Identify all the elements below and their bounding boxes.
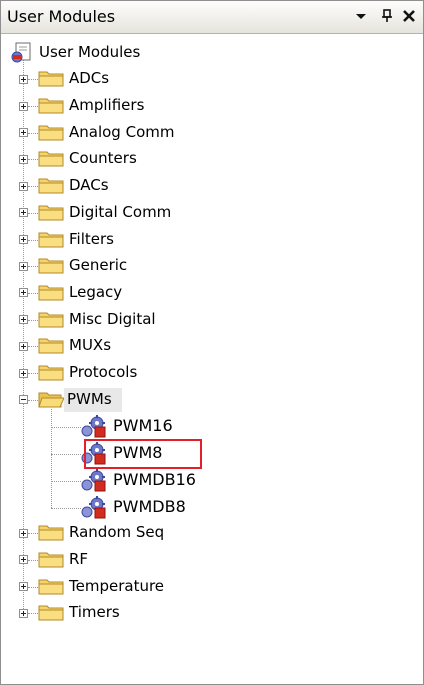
expand-icon[interactable] — [19, 208, 28, 218]
highlighted-module-outline — [84, 439, 202, 470]
tree-connector — [51, 427, 81, 429]
tree-root[interactable]: User Modules — [1, 40, 421, 66]
folder-icon — [37, 148, 65, 168]
expand-icon[interactable] — [19, 235, 28, 245]
pin-icon[interactable] — [377, 6, 397, 26]
expand-icon[interactable] — [19, 181, 28, 191]
expand-icon[interactable] — [19, 288, 28, 298]
folder-label: Generic — [69, 256, 128, 275]
folder-label: Filters — [69, 229, 114, 248]
expand-icon[interactable] — [19, 528, 28, 538]
panel-title: User Modules — [7, 7, 116, 26]
folder-label: Misc Digital — [69, 309, 156, 328]
chevron-down-icon[interactable] — [351, 6, 371, 26]
expand-icon[interactable] — [19, 555, 28, 565]
folder-label: DACs — [69, 176, 109, 195]
folder-icon — [37, 229, 65, 249]
tree-connector — [51, 454, 81, 456]
expand-icon[interactable] — [19, 582, 28, 592]
folder-icon — [37, 95, 65, 115]
folder-label: Amplifiers — [69, 96, 145, 115]
collapse-icon[interactable] — [19, 395, 28, 405]
expand-icon[interactable] — [19, 101, 28, 111]
expand-icon[interactable] — [19, 261, 28, 271]
module-label: PWMDB8 — [113, 496, 186, 516]
expand-icon[interactable] — [19, 74, 28, 84]
module-label: PWMDB16 — [113, 469, 196, 489]
folder-icon — [37, 309, 65, 329]
folder-label: Digital Comm — [69, 202, 172, 221]
expand-icon[interactable] — [19, 128, 28, 138]
folder-icon — [37, 68, 65, 88]
folder-label: PWMs — [67, 389, 112, 408]
tree-module-row[interactable] — [1, 467, 421, 493]
folder-icon — [37, 335, 65, 355]
tree-connector — [51, 480, 81, 482]
tree-module-row[interactable] — [1, 413, 421, 439]
expand-icon[interactable] — [19, 315, 28, 325]
folder-open-icon — [37, 389, 65, 409]
folder-label: Timers — [69, 603, 120, 622]
tree-module-row[interactable] — [1, 493, 421, 519]
module-gear-icon — [79, 415, 109, 439]
expand-icon[interactable] — [19, 608, 28, 618]
folder-icon — [37, 602, 65, 622]
module-tree: User Modules ADCs Amplifiers Analog Comm Co… — [1, 34, 423, 684]
folder-icon — [37, 255, 65, 275]
user-modules-panel: User Modules User Modules ADCs Amplifier… — [0, 0, 424, 685]
folder-icon — [37, 175, 65, 195]
close-icon[interactable] — [399, 6, 419, 26]
folder-icon — [37, 202, 65, 222]
folder-icon — [37, 362, 65, 382]
expand-icon[interactable] — [19, 154, 28, 164]
folder-label: Temperature — [69, 576, 165, 595]
folder-label: ADCs — [69, 69, 110, 88]
folder-label: Legacy — [69, 282, 123, 301]
folder-label: MUXs — [69, 336, 112, 355]
folder-label: RF — [69, 549, 89, 568]
tree-connector — [51, 409, 52, 508]
module-gear-icon — [79, 468, 109, 493]
folder-icon — [37, 122, 65, 142]
module-gear-icon — [79, 495, 109, 520]
folder-label: Random Seq — [69, 523, 165, 542]
panel-titlebar: User Modules — [1, 1, 423, 34]
folder-icon — [37, 576, 65, 596]
user-modules-root-icon — [10, 42, 34, 64]
expand-icon[interactable] — [19, 368, 28, 378]
folder-label: Protocols — [69, 363, 138, 382]
folder-label: Counters — [69, 149, 137, 168]
folder-icon — [37, 549, 65, 569]
tree-root-label: User Modules — [39, 43, 141, 61]
folder-label: Analog Comm — [69, 122, 175, 141]
expand-icon[interactable] — [19, 341, 28, 351]
module-label: PWM16 — [113, 416, 173, 436]
tree-connector — [51, 507, 81, 509]
folder-icon — [37, 522, 65, 542]
tree-module-row[interactable] — [1, 440, 421, 466]
folder-icon — [37, 282, 65, 302]
